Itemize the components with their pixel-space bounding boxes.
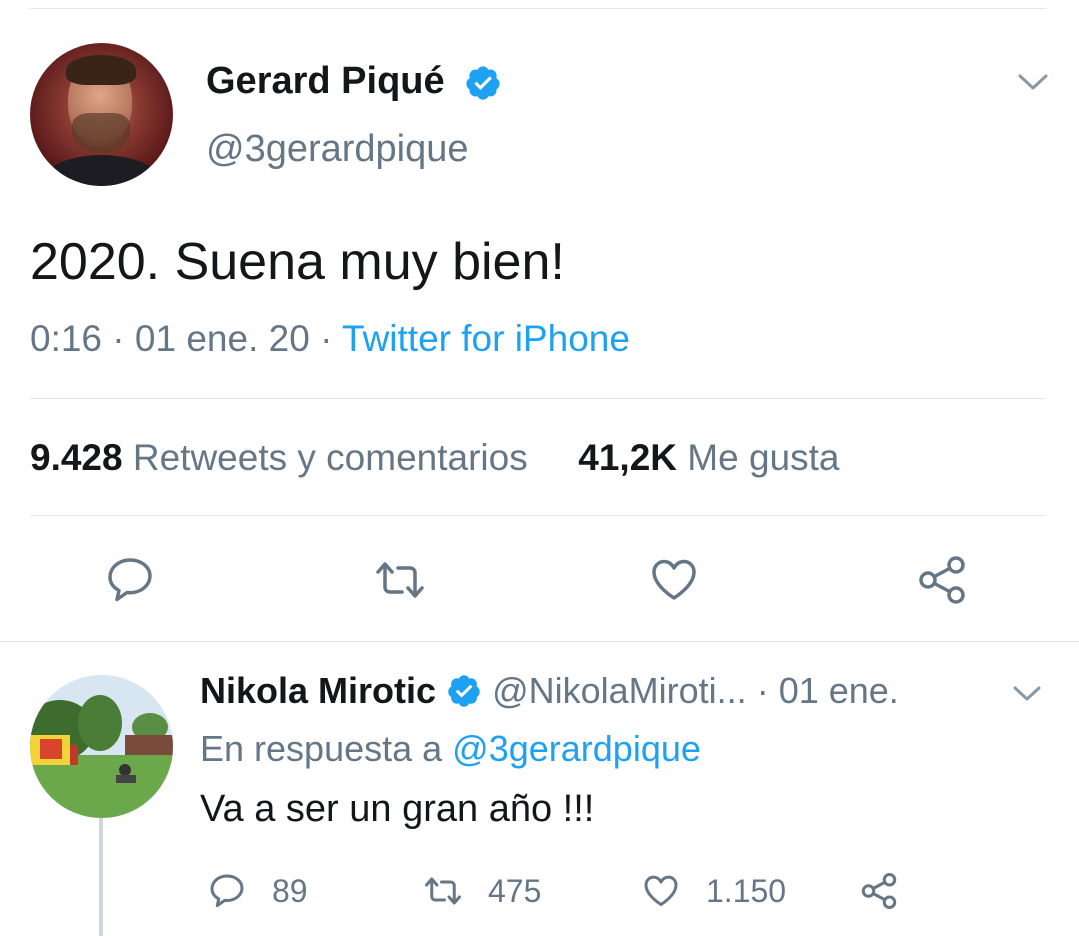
thread-line xyxy=(99,818,103,936)
divider xyxy=(0,641,1079,642)
share-icon[interactable] xyxy=(858,870,900,912)
tweet-text: 2020. Suena muy bien! xyxy=(30,233,565,291)
retweet-count: 475 xyxy=(488,873,542,909)
reply-mention-link[interactable]: @3gerardpique xyxy=(452,728,701,769)
like-count: 1.150 xyxy=(706,873,787,909)
reply-author-name[interactable]: Nikola Mirotic xyxy=(200,670,436,711)
reply-author-handle[interactable]: @NikolaMiroti... xyxy=(492,670,747,711)
reply-icon[interactable] xyxy=(206,870,248,912)
avatar[interactable] xyxy=(30,43,173,186)
divider xyxy=(30,398,1046,399)
tweet-stats: 9.428 Retweets y comentarios 41,2K Me gu… xyxy=(30,437,839,479)
avatar[interactable] xyxy=(30,675,173,818)
verified-badge-icon xyxy=(466,66,500,100)
chevron-down-icon[interactable] xyxy=(1012,684,1042,704)
tweet-source-link[interactable]: Twitter for iPhone xyxy=(342,318,630,359)
chevron-down-icon[interactable] xyxy=(1016,70,1050,94)
author-name[interactable]: Gerard Piqué xyxy=(206,60,445,103)
tweet-date: 01 ene. 20 xyxy=(134,318,310,359)
retweets-label: Retweets y comentarios xyxy=(132,437,528,478)
divider xyxy=(30,515,1046,516)
likes-stat[interactable]: 41,2K Me gusta xyxy=(578,437,839,478)
reply-header: Nikola Mirotic @NikolaMiroti... · 01 ene… xyxy=(200,670,899,711)
top-divider xyxy=(30,8,1046,9)
author-handle[interactable]: @3gerardpique xyxy=(206,128,469,171)
like-icon[interactable] xyxy=(640,870,682,912)
like-icon[interactable] xyxy=(646,552,702,608)
likes-count: 41,2K xyxy=(578,437,677,478)
verified-badge-icon xyxy=(448,675,480,707)
likes-label: Me gusta xyxy=(687,437,840,478)
share-icon[interactable] xyxy=(914,552,970,608)
retweet-icon[interactable] xyxy=(422,870,464,912)
reply-count: 89 xyxy=(272,873,308,909)
retweet-icon[interactable] xyxy=(372,552,428,608)
reply-prefix: En respuesta a xyxy=(200,728,443,769)
tweet-meta: 0:16 · 01 ene. 20 · Twitter for iPhone xyxy=(30,318,630,359)
reply-date: 01 ene. xyxy=(778,670,899,711)
reply-context: En respuesta a @3gerardpique xyxy=(200,728,701,770)
retweets-stat[interactable]: 9.428 Retweets y comentarios xyxy=(30,437,528,478)
reply-tweet-text: Va a ser un gran año !!! xyxy=(200,788,595,830)
retweets-count: 9.428 xyxy=(30,437,123,478)
reply-icon[interactable] xyxy=(102,552,158,608)
tweet-time: 0:16 xyxy=(30,318,103,359)
